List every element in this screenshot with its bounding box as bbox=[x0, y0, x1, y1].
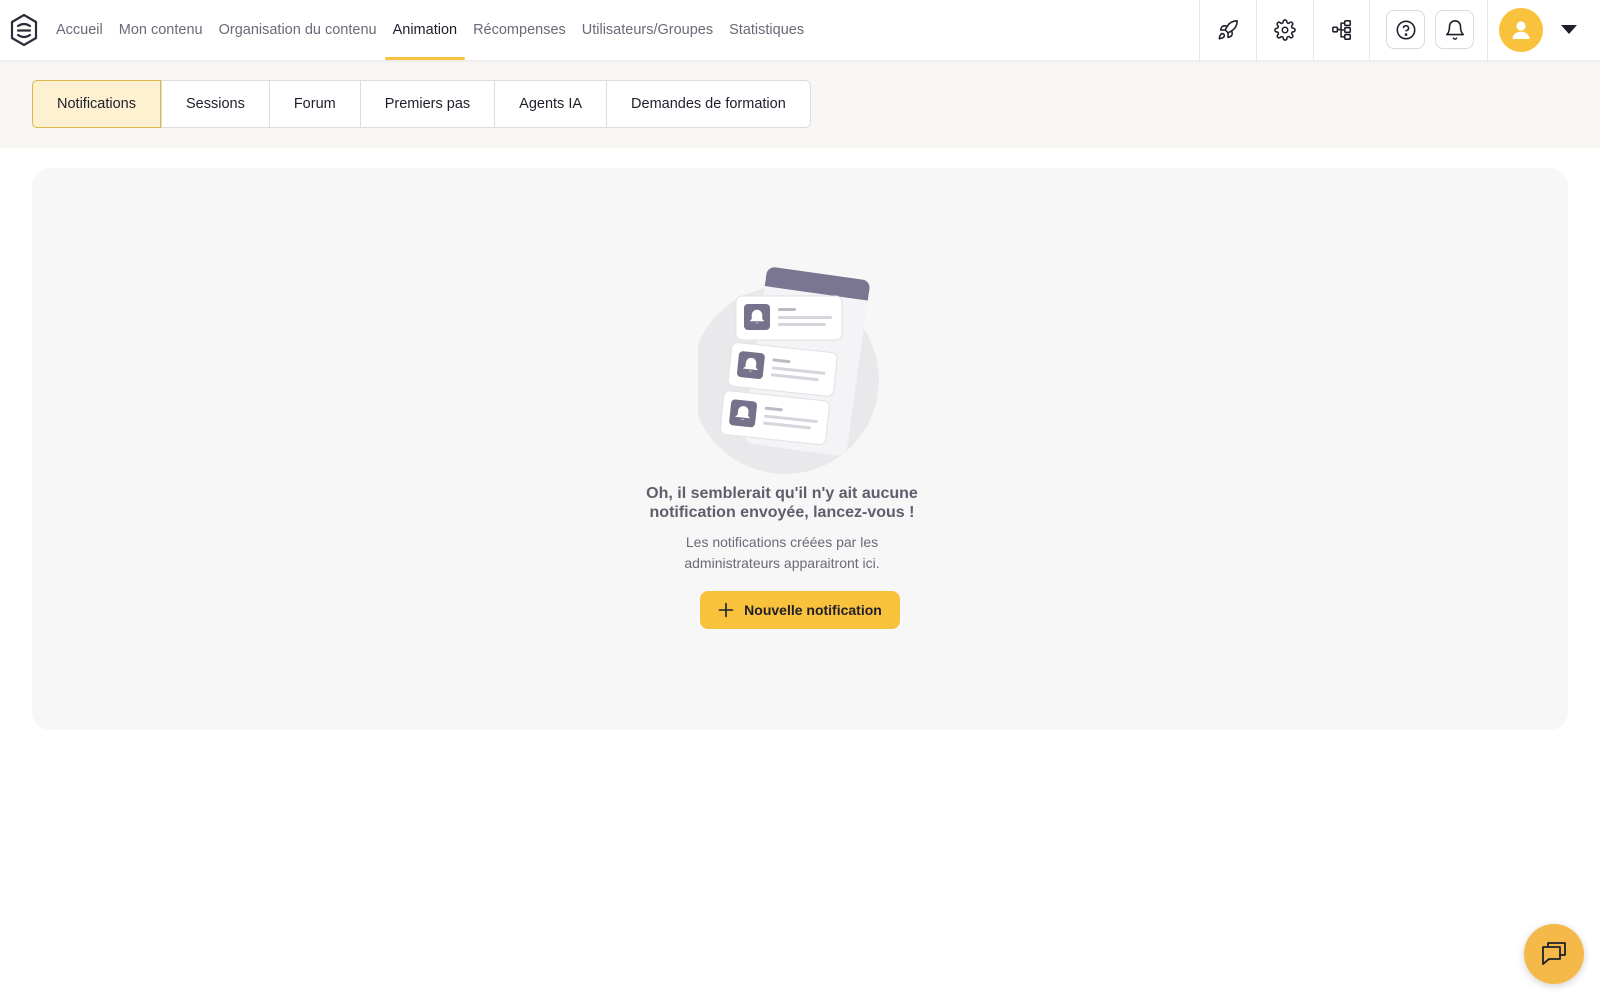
app-logo[interactable] bbox=[9, 13, 39, 47]
bell-icon bbox=[1445, 19, 1464, 40]
rocket-icon bbox=[1218, 20, 1238, 40]
nav-item-statistiques[interactable]: Statistiques bbox=[721, 0, 812, 60]
caret-down-icon[interactable] bbox=[1561, 25, 1577, 34]
nav-item-organisation-du-contenu[interactable]: Organisation du contenu bbox=[211, 0, 385, 60]
content-panel: Oh, il semblerait qu'il n'y ait aucune n… bbox=[32, 168, 1568, 730]
tab-notifications[interactable]: Notifications bbox=[32, 80, 161, 128]
chat-icon bbox=[1542, 942, 1566, 965]
help-icon bbox=[1396, 20, 1415, 39]
tab-demandes-de-formation[interactable]: Demandes de formation bbox=[606, 81, 810, 127]
nav-item-animation[interactable]: Animation bbox=[384, 0, 466, 60]
notifications-button[interactable] bbox=[1435, 10, 1474, 49]
user-icon bbox=[1512, 21, 1530, 39]
nav-item-mon-contenu[interactable]: Mon contenu bbox=[111, 0, 211, 60]
plus-icon bbox=[718, 602, 734, 618]
launch-button[interactable] bbox=[1199, 0, 1256, 60]
gear-icon bbox=[1274, 19, 1296, 41]
top-navigation-bar: Accueil Mon contenu Organisation du cont… bbox=[0, 0, 1600, 60]
new-notification-label: Nouvelle notification bbox=[744, 602, 882, 618]
nav-item-accueil[interactable]: Accueil bbox=[48, 0, 111, 60]
toolbar-icons bbox=[1199, 0, 1370, 60]
help-button[interactable] bbox=[1386, 10, 1425, 49]
empty-state: Oh, il semblerait qu'il n'y ait aucune n… bbox=[32, 168, 1568, 730]
new-notification-button[interactable]: Nouvelle notification bbox=[700, 591, 900, 629]
nav-item-recompenses[interactable]: Récompenses bbox=[465, 0, 574, 60]
tab-premiers-pas[interactable]: Premiers pas bbox=[359, 81, 494, 127]
main-nav: Accueil Mon contenu Organisation du cont… bbox=[48, 0, 812, 60]
chat-support-button[interactable] bbox=[1524, 924, 1584, 984]
user-avatar[interactable] bbox=[1499, 8, 1543, 52]
notifications-illustration bbox=[698, 267, 879, 474]
tab-agents-ia[interactable]: Agents IA bbox=[494, 81, 606, 127]
tab-forum[interactable]: Forum bbox=[268, 81, 360, 127]
logo-icon bbox=[10, 13, 38, 47]
section-tabs-bar: Notifications Sessions Forum Premiers pa… bbox=[0, 60, 1600, 148]
hierarchy-button[interactable] bbox=[1313, 0, 1370, 60]
toolbar-divider bbox=[1487, 0, 1488, 60]
utility-buttons bbox=[1386, 10, 1474, 49]
settings-button[interactable] bbox=[1256, 0, 1313, 60]
hierarchy-icon bbox=[1331, 20, 1351, 40]
nav-item-utilisateurs-groupes[interactable]: Utilisateurs/Groupes bbox=[574, 0, 721, 60]
empty-state-title: Oh, il semblerait qu'il n'y ait aucune n… bbox=[646, 485, 918, 521]
tab-sessions[interactable]: Sessions bbox=[160, 81, 269, 127]
empty-state-description: Les notifications créées par les adminis… bbox=[684, 534, 880, 571]
section-tabs: Notifications Sessions Forum Premiers pa… bbox=[32, 80, 811, 128]
